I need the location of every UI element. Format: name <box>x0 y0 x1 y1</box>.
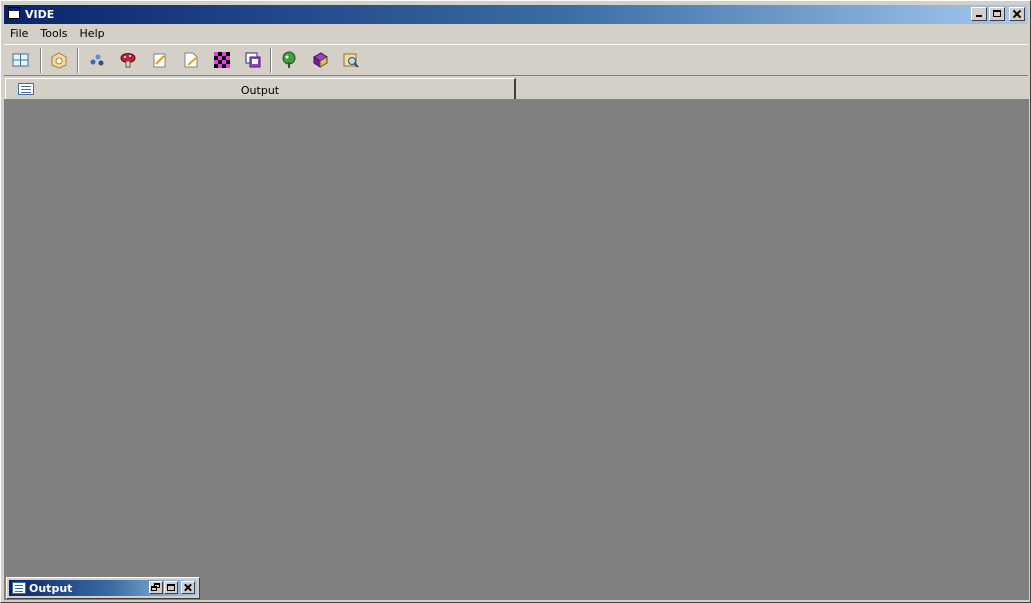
layout-icon[interactable] <box>12 51 30 69</box>
tab-strip: Output <box>4 77 1029 100</box>
toolbar-separator <box>270 48 272 73</box>
restore-button[interactable] <box>149 581 163 594</box>
minimize-button[interactable] <box>971 7 987 21</box>
open-icon[interactable] <box>50 51 68 69</box>
maximize-button[interactable] <box>989 7 1005 21</box>
minimized-title: Output <box>29 582 73 595</box>
menu-tools[interactable]: Tools <box>34 25 73 43</box>
menu-file[interactable]: File <box>4 25 34 43</box>
minimized-output-window[interactable]: Output <box>6 577 200 599</box>
minimized-window-controls <box>149 581 195 594</box>
toolbar <box>4 44 1028 76</box>
list-icon <box>12 582 26 594</box>
windows-icon[interactable] <box>244 51 262 69</box>
book-icon[interactable] <box>311 51 329 69</box>
tab-output[interactable]: Output <box>5 78 516 99</box>
checker-icon[interactable] <box>213 51 231 69</box>
title-bar[interactable]: VIDE <box>4 5 1028 24</box>
close-button[interactable] <box>1009 7 1025 21</box>
maximize-button[interactable] <box>164 581 178 594</box>
edit-icon[interactable] <box>151 51 169 69</box>
window-title: VIDE <box>25 8 55 21</box>
inspect-icon[interactable] <box>342 51 360 69</box>
window-icon[interactable] <box>8 7 20 19</box>
toolbar-separator <box>77 48 79 73</box>
edit-page-icon[interactable] <box>182 51 200 69</box>
menu-help[interactable]: Help <box>74 25 111 43</box>
close-button[interactable] <box>181 581 195 594</box>
main-window: VIDE File Tools Help Output Output <box>0 0 1031 603</box>
mushroom-icon[interactable] <box>119 51 137 69</box>
minimized-title-bar[interactable]: Output <box>9 580 197 596</box>
workspace-area <box>4 100 1029 600</box>
molecules-icon[interactable] <box>88 51 106 69</box>
window-controls <box>971 7 1025 21</box>
menu-bar: File Tools Help <box>4 25 111 43</box>
toolbar-separator <box>40 48 42 73</box>
tab-label: Output <box>240 84 280 97</box>
tree-icon[interactable] <box>280 51 298 69</box>
